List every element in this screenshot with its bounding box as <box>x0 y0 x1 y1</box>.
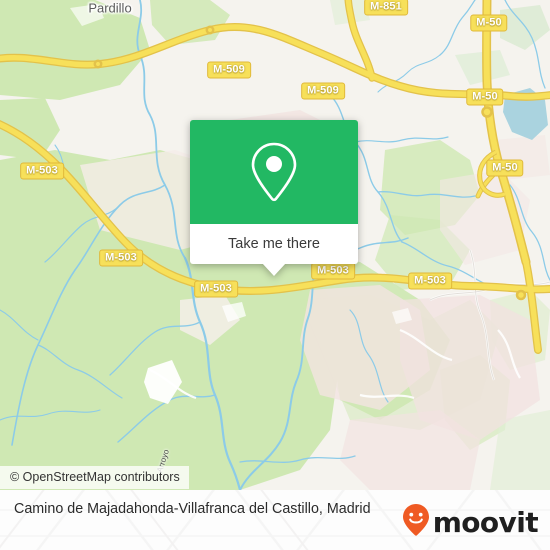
popup-icon-area <box>190 120 358 224</box>
footer-bar: Camino de Majadahonda-Villafranca del Ca… <box>0 490 550 550</box>
location-popup-card[interactable]: Take me there <box>190 120 358 276</box>
take-me-there-button[interactable]: Take me there <box>190 224 358 264</box>
road-shield-m503[interactable]: M-503 <box>408 272 452 290</box>
popup-tail <box>262 263 286 276</box>
road-shield-m50[interactable]: M-50 <box>466 88 504 106</box>
road-shield-m50[interactable]: M-50 <box>470 14 508 32</box>
road-shield-m509[interactable]: M-509 <box>207 61 251 79</box>
moovit-logo[interactable]: moovit <box>402 503 539 542</box>
road-shield-m50[interactable]: M-50 <box>486 159 524 177</box>
moovit-map-screen: Pardillo Arroyo M-509 M-509 M-851 M-50 M… <box>0 0 550 550</box>
road-shield-m851[interactable]: M-851 <box>364 0 408 16</box>
osm-attribution-text: © OpenStreetMap contributors <box>10 470 180 484</box>
osm-attribution[interactable]: © OpenStreetMap contributors <box>0 466 189 489</box>
road-shield-m503[interactable]: M-503 <box>194 280 238 298</box>
road-shield-m503[interactable]: M-503 <box>99 249 143 267</box>
moovit-wordmark: moovit <box>432 505 539 539</box>
map-pin-icon <box>247 140 301 204</box>
moovit-smiley-pin-icon <box>402 503 430 542</box>
address-label: Camino de Majadahonda-Villafranca del Ca… <box>14 501 371 517</box>
road-shield-m503[interactable]: M-503 <box>20 162 64 180</box>
take-me-there-label: Take me there <box>228 236 320 252</box>
map-canvas[interactable]: Pardillo Arroyo M-509 M-509 M-851 M-50 M… <box>0 0 550 490</box>
road-shield-m509[interactable]: M-509 <box>301 82 345 100</box>
place-label-pardillo: Pardillo <box>88 0 132 16</box>
road-shield-m503[interactable]: M-503 <box>311 262 355 280</box>
